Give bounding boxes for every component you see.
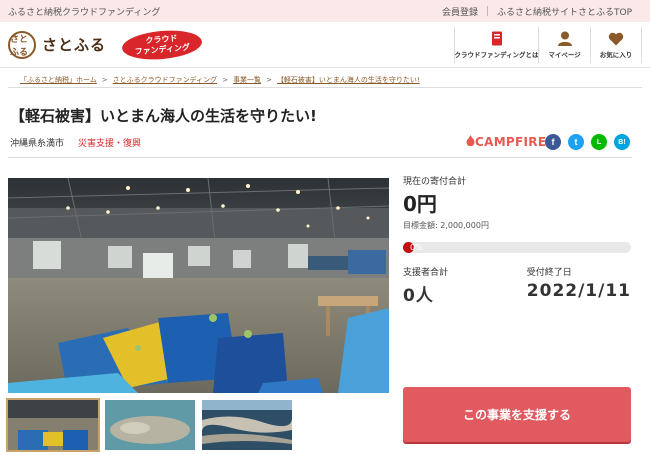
nav-about-label: クラウドファンディングとは [454, 50, 539, 59]
progress-text: 0% [410, 243, 423, 252]
header-nav: クラウドファンディングとは マイページ お気に入り [454, 26, 642, 63]
project-photo [8, 178, 389, 393]
breadcrumb: 「ふるさと納税」ホーム > さとふるクラウドファンディング > 事業一覧 > 【… [8, 72, 642, 88]
site-tagline: ふるさと納税クラウドファンディング [8, 7, 161, 18]
support-button[interactable]: この事業を支援する [403, 387, 631, 442]
breadcrumb-home[interactable]: 「ふるさと納税」ホーム [20, 75, 97, 85]
nav-favorites-label: お気に入り [599, 50, 633, 59]
satofull-top-link[interactable]: ふるさと納税サイトさとふるTOP [497, 5, 632, 18]
logo-mark-icon: さと ふる [8, 30, 36, 59]
breadcrumb-separator: > [266, 75, 272, 84]
deadline-label: 受付終了日 [526, 268, 572, 278]
breadcrumb-projects[interactable]: 事業一覧 [233, 75, 261, 85]
person-icon [557, 31, 573, 47]
photo-thumbnails [6, 398, 299, 452]
logo-text: さとふる [42, 36, 107, 54]
project-meta: 沖縄県糸満市 災害支援・復興 [10, 136, 141, 149]
heart-icon [608, 31, 624, 47]
supporters-label: 支援者合計 [403, 268, 449, 278]
breadcrumb-crowdfunding[interactable]: さとふるクラウドファンディング [113, 75, 218, 85]
nav-mypage-label: マイページ [548, 50, 581, 59]
breadcrumb-separator: > [222, 75, 229, 84]
divider [8, 157, 632, 158]
hatena-icon[interactable]: B! [614, 134, 630, 150]
thumbnail-2[interactable] [105, 400, 195, 450]
nav-mypage[interactable]: マイページ [538, 26, 590, 63]
breadcrumb-current[interactable]: 【軽石被害】いとまん海人の生活を守りたい! [277, 75, 420, 85]
satofull-logo[interactable]: さと ふる さとふる [8, 30, 107, 59]
facebook-icon[interactable]: f [545, 134, 561, 150]
breadcrumb-separator: > [101, 75, 108, 84]
twitter-icon[interactable]: t [568, 134, 584, 150]
register-link[interactable]: 会員登録 [442, 5, 478, 18]
funding-stats: 現在の寄付合計 0円 目標金額: 2,000,000円 0% 支援者合計 0人 … [403, 174, 631, 306]
supporters-count: 0人 [403, 286, 434, 306]
top-bar: ふるさと納税クラウドファンディング 会員登録 ふるさと納税サイトさとふるTOP [0, 0, 650, 22]
thumbnail-1[interactable] [6, 398, 100, 452]
book-icon [491, 31, 503, 47]
goal-amount: 目標金額: 2,000,000円 [403, 221, 489, 230]
progress-bar: 0% [403, 242, 631, 253]
nav-favorites[interactable]: お気に入り [590, 26, 642, 63]
page-title: 【軽石被害】いとまん海人の生活を守りたい! [10, 107, 317, 125]
campfire-logo[interactable]: CAMPFIRE [466, 135, 546, 149]
social-share: f t L B! [545, 134, 637, 150]
project-location: 沖縄県糸満市 [10, 139, 65, 149]
crowdfunding-badge[interactable]: クラウド ファンディング [120, 27, 204, 62]
project-category[interactable]: 災害支援・復興 [78, 136, 141, 149]
line-icon[interactable]: L [591, 134, 607, 150]
thumbnail-3[interactable] [202, 400, 292, 450]
divider [486, 6, 488, 16]
nav-about-crowdfunding[interactable]: クラウドファンディングとは [454, 26, 539, 63]
campfire-label: CAMPFIRE [475, 135, 547, 149]
current-amount-label: 現在の寄付合計 [403, 177, 467, 187]
flame-icon [466, 135, 475, 147]
site-header: さと ふる さとふる クラウド ファンディング クラウドファンディングとは マイ… [0, 22, 650, 68]
deadline-date: 2022/1/11 [526, 281, 631, 301]
current-amount: 0円 [403, 192, 437, 216]
